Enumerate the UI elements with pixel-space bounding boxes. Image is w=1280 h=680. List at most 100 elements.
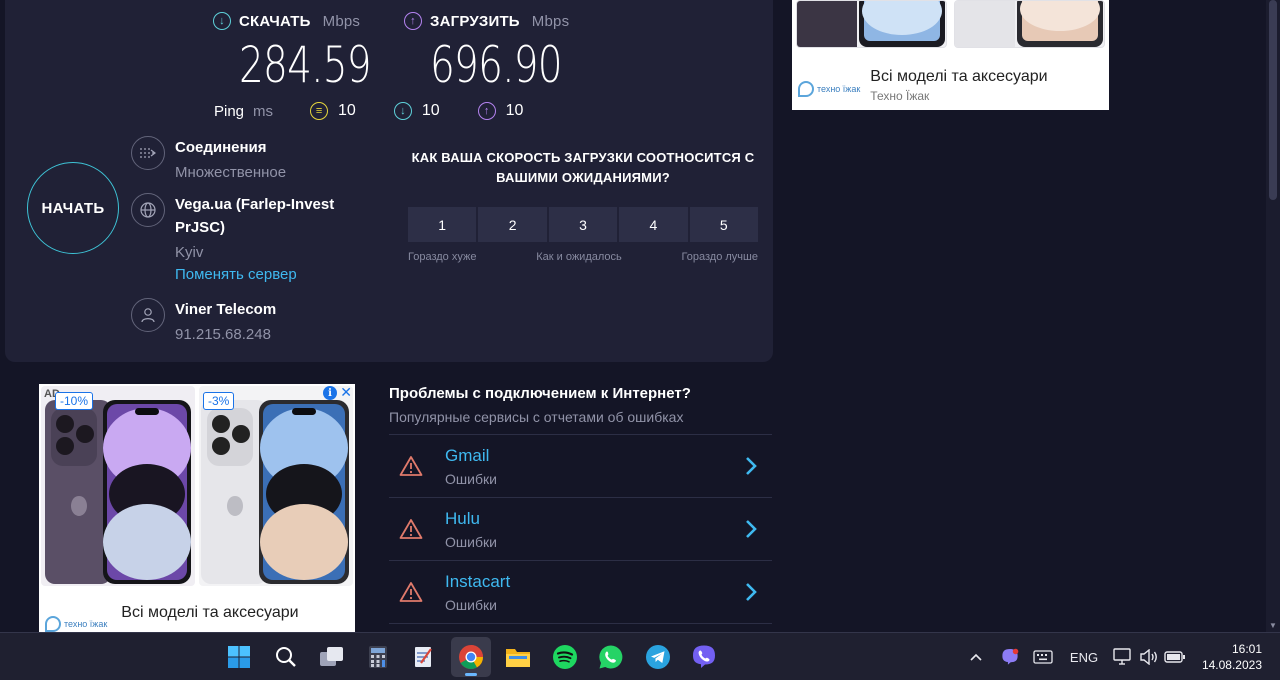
download-unit: Mbps bbox=[322, 12, 361, 30]
connections-icon bbox=[131, 136, 165, 170]
ad-bottom-title[interactable]: Всі моделі та аксесуари bbox=[121, 604, 298, 632]
globe-icon bbox=[131, 193, 165, 227]
search-icon[interactable] bbox=[266, 637, 306, 677]
ad-top-logo: техно їжак bbox=[798, 74, 860, 103]
ping-row: Ping ms ≡ 10 ↓ 10 ↑ 10 bbox=[214, 102, 561, 120]
ping-idle: ≡ 10 bbox=[310, 102, 356, 120]
chevron-right-icon[interactable] bbox=[744, 518, 758, 540]
clock-time: 16:01 bbox=[1231, 642, 1262, 656]
battery-icon[interactable] bbox=[1162, 633, 1188, 680]
ad-product-image-2[interactable] bbox=[199, 386, 353, 586]
rating-question: КАК ВАША СКОРОСТЬ ЗАГРУЗКИ СООТНОСИТСЯ С… bbox=[411, 150, 755, 185]
ping-upload-icon: ↑ bbox=[477, 102, 496, 120]
ad-discount-badge-1: -10% bbox=[55, 392, 94, 410]
rating-scale: 1 2 3 4 5 bbox=[408, 207, 759, 242]
issue-service-name[interactable]: Instacart bbox=[445, 572, 510, 592]
ad-bottom-logo: техно їжак bbox=[45, 616, 107, 632]
volume-icon[interactable] bbox=[1137, 633, 1161, 680]
server-location: Kyiv bbox=[175, 244, 204, 261]
windows-start-icon[interactable] bbox=[219, 637, 259, 677]
ad-phone-image-1[interactable] bbox=[796, 0, 947, 48]
ad-banner-bottom[interactable]: -10% AD -3% i ✕ техно їжак Всі моделі та… bbox=[39, 384, 355, 632]
network-icon[interactable] bbox=[1110, 633, 1136, 680]
ping-download: ↓ 10 bbox=[393, 102, 440, 120]
issue-status: Ошибки bbox=[445, 470, 497, 487]
server-name: Vega.ua (Farlep-Invest PrJSC) bbox=[175, 196, 335, 236]
ping-idle-value: 10 bbox=[338, 102, 356, 119]
viber-tray-icon[interactable] bbox=[999, 633, 1021, 680]
chevron-right-icon[interactable] bbox=[744, 455, 758, 477]
chrome-icon[interactable] bbox=[451, 637, 491, 677]
connections-info: Соединения Множественное bbox=[131, 136, 286, 183]
issue-item-hulu[interactable]: Hulu Ошибки bbox=[389, 498, 772, 561]
ad-bottom-logo-text: техно їжак bbox=[64, 619, 108, 629]
viber-icon[interactable] bbox=[684, 637, 724, 677]
issues-list: Gmail Ошибки Hulu Ошибки Instacart Ошибк… bbox=[389, 434, 772, 624]
upload-label: ЗАГРУЗИТЬ bbox=[430, 12, 520, 30]
scroll-down-arrow-icon[interactable]: ▼ bbox=[1266, 621, 1280, 630]
file-explorer-icon[interactable] bbox=[498, 637, 538, 677]
ad-close-icon[interactable]: ✕ bbox=[340, 384, 352, 401]
issues-title: Проблемы с подключением к Интернет? bbox=[389, 385, 691, 402]
hedgehog-logo-icon bbox=[45, 616, 61, 632]
warning-icon bbox=[399, 519, 423, 539]
ping-idle-icon: ≡ bbox=[310, 102, 329, 120]
ping-download-value: 10 bbox=[421, 102, 440, 119]
issue-status: Ошибки bbox=[445, 533, 497, 550]
warning-icon bbox=[399, 456, 423, 476]
ad-discount-badge-2: -3% bbox=[203, 392, 235, 410]
rating-high-label: Гораздо лучше bbox=[681, 251, 758, 263]
ad-top-subtitle: Техно Їжак bbox=[870, 89, 930, 103]
ad-product-image-1[interactable] bbox=[41, 386, 195, 586]
keyboard-icon[interactable] bbox=[1032, 633, 1054, 680]
whatsapp-icon[interactable] bbox=[591, 637, 631, 677]
windows-taskbar: ENG 16:01 14.08.2023 bbox=[0, 632, 1280, 680]
chevron-right-icon[interactable] bbox=[744, 581, 758, 603]
ping-label: Ping bbox=[214, 102, 245, 120]
isp-name: Viner Telecom bbox=[175, 301, 277, 318]
rating-option-5[interactable]: 5 bbox=[689, 207, 759, 242]
rating-low-label: Гораздо хуже bbox=[408, 251, 477, 263]
issue-item-instacart[interactable]: Instacart Ошибки bbox=[389, 561, 772, 624]
ad-banner-top[interactable]: техно їжак Всі моделі та аксесуари Техно… bbox=[792, 0, 1109, 110]
upload-value: 696.90 bbox=[430, 36, 563, 94]
spotify-icon[interactable] bbox=[545, 637, 585, 677]
notepad-icon[interactable] bbox=[404, 637, 444, 677]
issue-item-gmail[interactable]: Gmail Ошибки bbox=[389, 435, 772, 498]
telegram-icon[interactable] bbox=[638, 637, 678, 677]
issue-status: Ошибки bbox=[445, 596, 497, 613]
warning-icon bbox=[399, 582, 423, 602]
ping-upload: ↑ 10 bbox=[477, 102, 523, 120]
ad-top-logo-text: техно їжак bbox=[817, 83, 861, 94]
taskbar-clock[interactable]: 16:01 14.08.2023 bbox=[1202, 641, 1262, 673]
speedtest-panel: ↓ СКАЧАТЬ Mbps 284.59 ↑ ЗАГРУЗИТЬ Mbps 6… bbox=[5, 0, 773, 362]
issue-service-name[interactable]: Hulu bbox=[445, 509, 497, 529]
connection-issues-section: Проблемы с подключением к Интернет? Попу… bbox=[389, 385, 772, 624]
issue-service-name[interactable]: Gmail bbox=[445, 446, 497, 466]
ping-download-icon: ↓ bbox=[393, 102, 412, 120]
clock-date: 14.08.2023 bbox=[1201, 658, 1262, 672]
connections-value: Множественное bbox=[175, 164, 287, 181]
rating-option-3[interactable]: 3 bbox=[548, 207, 618, 242]
ad-info-icon[interactable]: i bbox=[323, 386, 337, 400]
hedgehog-logo-icon bbox=[798, 80, 814, 97]
language-indicator[interactable]: ENG bbox=[1066, 633, 1102, 680]
tray-overflow-chevron-icon[interactable] bbox=[966, 633, 986, 680]
rating-mid-label: Как и ожидалось bbox=[536, 251, 622, 263]
start-button[interactable]: НАЧАТЬ bbox=[27, 162, 119, 254]
change-server-link[interactable]: Поменять сервер bbox=[175, 266, 360, 283]
connections-title: Соединения bbox=[175, 139, 267, 156]
task-view-icon[interactable] bbox=[312, 637, 352, 677]
ad-phone-image-2[interactable] bbox=[954, 0, 1105, 48]
rating-option-1[interactable]: 1 bbox=[408, 207, 477, 242]
rating-option-4[interactable]: 4 bbox=[619, 207, 688, 242]
calculator-icon[interactable] bbox=[358, 637, 398, 677]
download-label: СКАЧАТЬ bbox=[239, 12, 311, 30]
ad-top-title[interactable]: Всі моделі та аксесуари bbox=[870, 68, 1047, 86]
scrollbar-thumb[interactable] bbox=[1269, 0, 1277, 200]
user-icon bbox=[131, 298, 165, 332]
speed-expectation-rating: КАК ВАША СКОРОСТЬ ЗАГРУЗКИ СООТНОСИТСЯ С… bbox=[408, 148, 759, 263]
rating-option-2[interactable]: 2 bbox=[478, 207, 547, 242]
page-scrollbar[interactable]: ▼ bbox=[1266, 0, 1280, 632]
server-info: Vega.ua (Farlep-Invest PrJSC) Kyiv Помен… bbox=[131, 193, 360, 283]
